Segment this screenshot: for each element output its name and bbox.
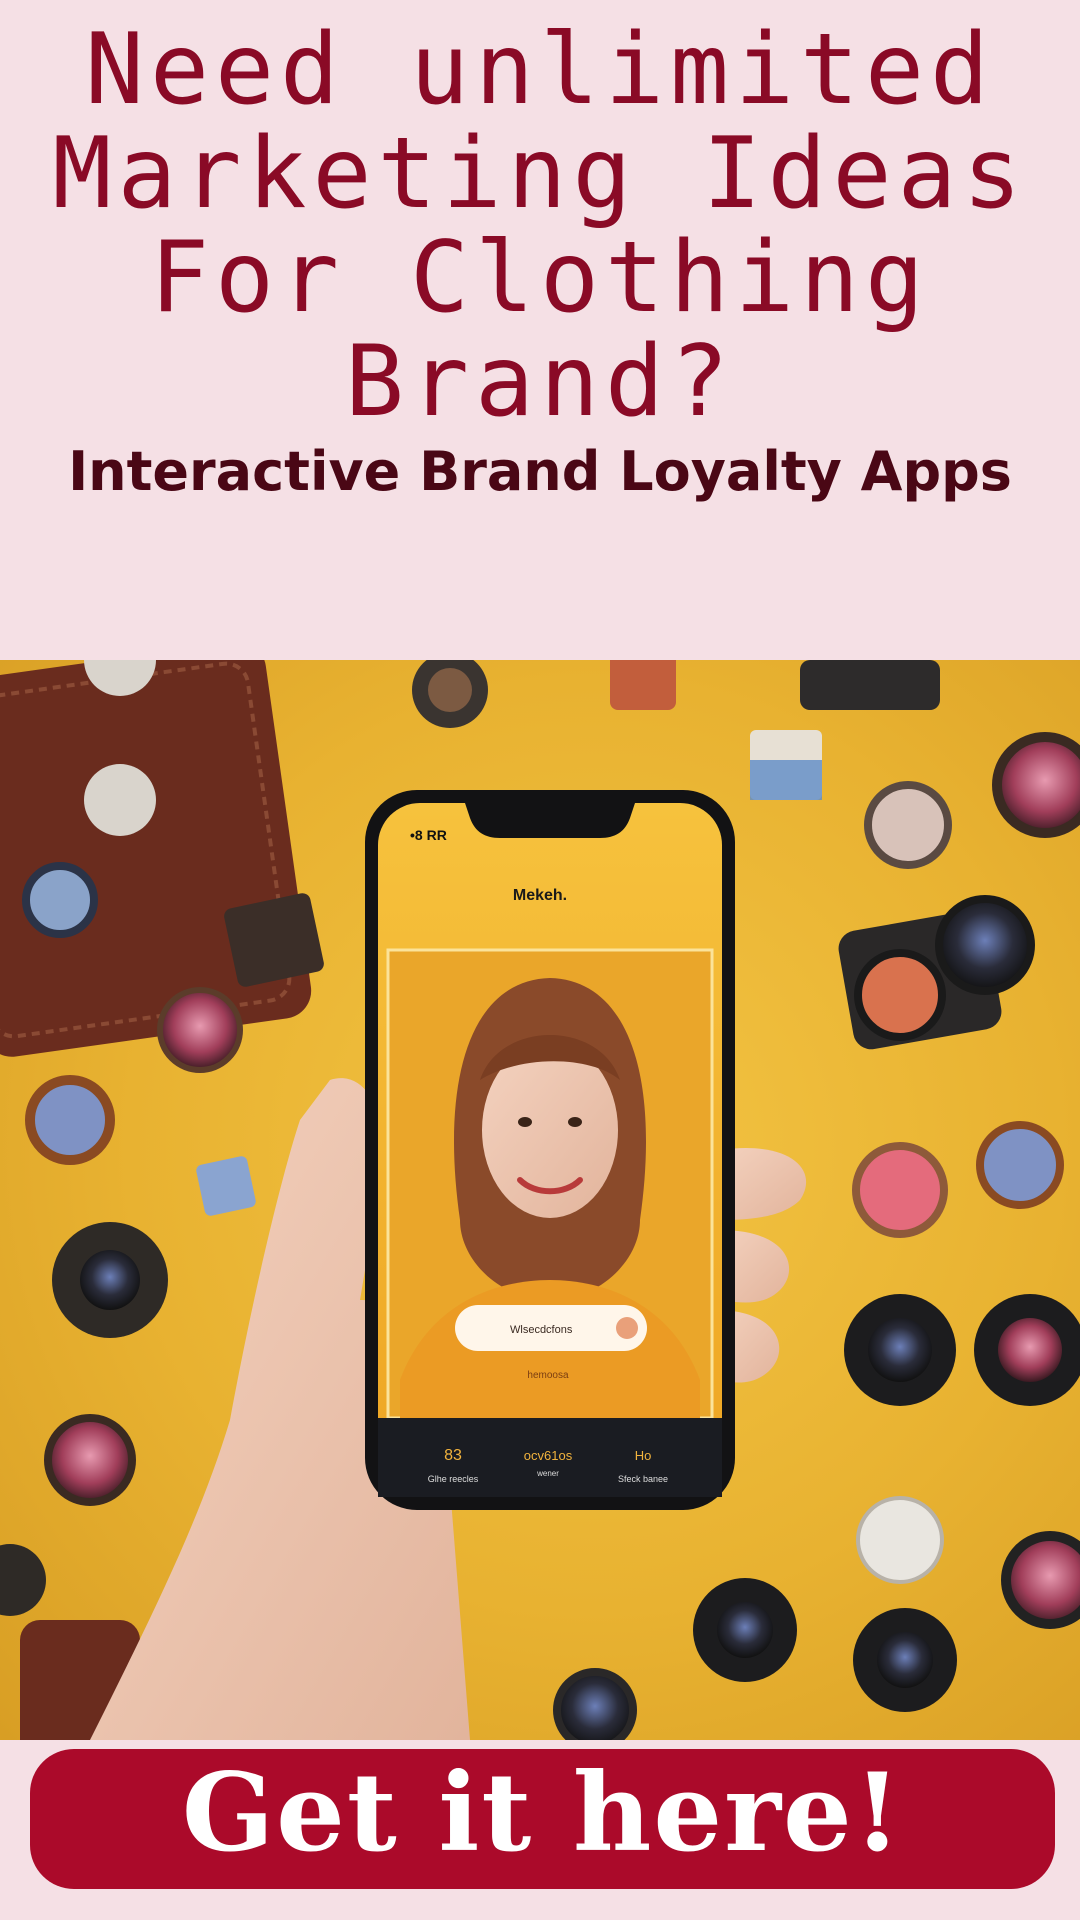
headline: Need unlimited Marketing Ideas For Cloth… xyxy=(0,18,1080,434)
hero-photo: •8 RR Mekeh. Wlsecdcfons hemoosa 83 Glhe… xyxy=(0,660,1080,1740)
phone-pill-text: Wlsecdcfons xyxy=(510,1324,573,1336)
get-it-here-button[interactable]: Get it here! xyxy=(30,1749,1055,1889)
phone-nav-1-top: 83 xyxy=(444,1447,462,1464)
phone-nav-3-label: Sfeck banee xyxy=(618,1474,668,1484)
phone-nav-2-top: ocv61os xyxy=(524,1448,573,1463)
get-it-here-label: Get it here! xyxy=(181,1750,904,1876)
phone-nav-2-label: wener xyxy=(536,1469,559,1478)
phone-nav-3-top: Ho xyxy=(635,1448,652,1463)
headline-line-1: Need unlimited xyxy=(84,13,995,127)
headline-line-2: Marketing Ideas xyxy=(52,117,1028,231)
headline-line-3: For Clothing xyxy=(149,221,930,335)
subtitle: Interactive Brand Loyalty Apps xyxy=(68,440,1012,503)
phone-link-text: hemoosa xyxy=(527,1370,569,1381)
phone-status-left: •8 RR xyxy=(410,827,447,843)
phone-nav-1-label: Glhe reecles xyxy=(428,1474,479,1484)
headline-line-4: Brand? xyxy=(344,325,735,439)
phone-app-title: Mekeh. xyxy=(513,887,567,904)
wallet-shape xyxy=(0,660,312,1057)
hero-photo-illustration: •8 RR Mekeh. Wlsecdcfons hemoosa 83 Glhe… xyxy=(0,660,1080,1740)
